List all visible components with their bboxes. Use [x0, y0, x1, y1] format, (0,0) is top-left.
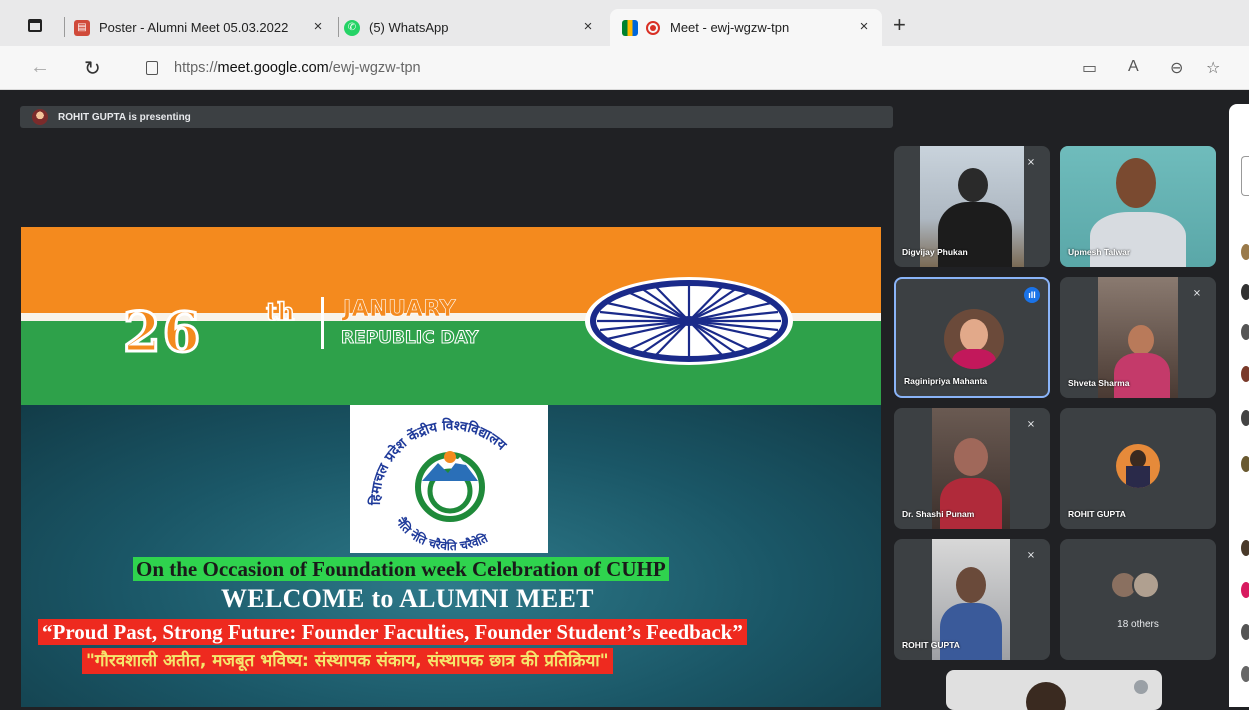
person-head	[956, 567, 986, 603]
avatar	[1241, 582, 1249, 598]
close-icon[interactable]: ×	[580, 18, 596, 35]
person-head	[1116, 158, 1156, 208]
speaking-indicator-icon: ıll	[1024, 287, 1040, 303]
close-icon[interactable]: ×	[856, 18, 872, 35]
welcome-heading: WELCOME to ALUMNI MEET	[221, 584, 594, 613]
participant-tile[interactable]: Upmesh Talwar	[1060, 146, 1216, 267]
presenting-label: ROHIT GUPTA is presenting	[58, 111, 191, 123]
tab-title: (5) WhatsApp	[369, 20, 449, 35]
participant-name: ROHIT GUPTA	[1068, 509, 1126, 519]
tab-poster[interactable]: ▤ Poster - Alumni Meet 05.03.2022 ×	[74, 9, 336, 46]
url-host: meet.google.com	[217, 60, 329, 76]
participant-tile[interactable]: ROHIT GUPTA	[1060, 408, 1216, 529]
person-head	[1026, 682, 1066, 710]
avatar	[1116, 444, 1160, 488]
new-tab-button[interactable]: +	[893, 12, 906, 38]
avatar	[1241, 410, 1249, 426]
meet-stage: ROHIT GUPTA is presenting 26 th JANUARY …	[8, 90, 1229, 710]
participant-name: Dr. Shashi Punam	[902, 509, 975, 519]
theme-hindi: "गौरवशाली अतीत, मजबूत भविष्य: संस्थापक स…	[82, 648, 613, 674]
person-body	[940, 478, 1002, 529]
date-number: 26	[121, 299, 203, 366]
meet-icon	[622, 19, 638, 36]
participant-tile[interactable]: ⨯ Digvijay Phukan	[894, 146, 1050, 267]
person-body	[1114, 353, 1170, 398]
avatar	[1241, 324, 1249, 340]
person-head	[1128, 325, 1154, 355]
people-panel-edge	[1229, 104, 1249, 707]
whatsapp-icon: ✆	[344, 19, 360, 36]
participant-name: Upmesh Talwar	[1068, 247, 1131, 257]
mic-off-icon: ⨯	[1026, 157, 1036, 168]
url-protocol: https://	[174, 60, 218, 76]
avatar	[1241, 244, 1249, 260]
read-aloud-icon[interactable]: A	[1128, 58, 1139, 76]
self-view-tile[interactable]	[946, 670, 1162, 710]
avatar	[1241, 540, 1249, 556]
avatar	[1132, 571, 1160, 599]
participant-name: Shveta Sharma	[1068, 378, 1130, 388]
others-tile[interactable]: 18 others	[1060, 539, 1216, 660]
presented-slide: 26 th JANUARY REPUBLIC DAY हिमाचल प्रदेश…	[21, 227, 881, 707]
avatar	[1241, 284, 1249, 300]
avatar	[1241, 456, 1249, 472]
presenting-banner: ROHIT GUPTA is presenting	[20, 106, 893, 128]
pdf-icon: ▤	[74, 19, 90, 36]
participant-tile[interactable]: ⨯ Dr. Shashi Punam	[894, 408, 1050, 529]
browser-tab-bar: ▤ Poster - Alumni Meet 05.03.2022 × ✆ (5…	[0, 0, 1249, 46]
participant-tile-speaking[interactable]: ıll Raginipriya Mahanta	[894, 277, 1050, 398]
date-suffix: th	[265, 296, 295, 327]
theme-english: “Proud Past, Strong Future: Founder Facu…	[38, 619, 747, 645]
url-field[interactable]: https://meet.google.com/ewj-wgzw-tpn	[128, 52, 1228, 84]
mic-off-icon: ⨯	[1026, 550, 1036, 561]
ashoka-chakra-icon	[585, 277, 793, 365]
avatar	[944, 309, 1004, 369]
person-body	[940, 603, 1002, 660]
avatar	[1241, 366, 1249, 382]
panel-search-field[interactable]	[1241, 156, 1249, 196]
republic-day-label: REPUBLIC DAY	[340, 328, 479, 349]
avatar	[32, 109, 48, 125]
tab-whatsapp[interactable]: ✆ (5) WhatsApp ×	[344, 9, 606, 46]
address-bar: ← ↻ https://meet.google.com/ewj-wgzw-tpn…	[0, 46, 1249, 90]
slide-divider	[321, 297, 324, 349]
mic-off-icon: ⨯	[1192, 288, 1202, 299]
tab-title: Meet - ewj-wgzw-tpn	[670, 20, 790, 35]
tab-meet[interactable]: Meet - ewj-wgzw-tpn ×	[610, 9, 882, 46]
back-arrow-icon[interactable]: ←	[30, 56, 50, 79]
participant-name: Digvijay Phukan	[902, 247, 968, 257]
participant-tile[interactable]: ⨯ ROHIT GUPTA	[894, 539, 1050, 660]
tab-title: Poster - Alumni Meet 05.03.2022	[99, 20, 289, 35]
participant-name: Raginipriya Mahanta	[904, 376, 988, 386]
person-head	[958, 168, 988, 202]
others-count: 18 others	[1117, 619, 1159, 630]
camera-icon[interactable]: ▭	[1082, 58, 1097, 78]
person-head	[954, 438, 988, 476]
recording-icon	[646, 20, 660, 35]
university-logo: हिमाचल प्रदेश केंद्रीय विश्वविद्यालय नैत…	[350, 405, 548, 553]
mic-off-icon	[1134, 680, 1148, 694]
tab-separator	[338, 17, 339, 37]
url-path: /ewj-wgzw-tpn	[328, 60, 421, 76]
person-body	[938, 202, 1012, 267]
avatar	[1241, 624, 1249, 640]
avatar	[1241, 666, 1249, 682]
favorites-icon[interactable]: ☆	[1206, 58, 1220, 78]
tab-separator	[64, 17, 65, 37]
zoom-icon[interactable]: ⊖	[1170, 58, 1183, 78]
month-label: JANUARY	[343, 297, 457, 323]
page-info-icon[interactable]	[146, 61, 158, 75]
close-icon[interactable]: ×	[310, 18, 326, 35]
tab-actions-icon[interactable]	[28, 19, 42, 32]
person-body	[1090, 212, 1186, 267]
participant-tile[interactable]: ⨯ Shveta Sharma	[1060, 277, 1216, 398]
mic-off-icon: ⨯	[1026, 419, 1036, 430]
foundation-week-line: On the Occasion of Foundation week Celeb…	[133, 557, 669, 581]
participant-name: ROHIT GUPTA	[902, 640, 960, 650]
logo-hindi-top: हिमाचल प्रदेश केंद्रीय विश्वविद्यालय	[367, 417, 510, 506]
refresh-icon[interactable]: ↻	[84, 56, 101, 81]
